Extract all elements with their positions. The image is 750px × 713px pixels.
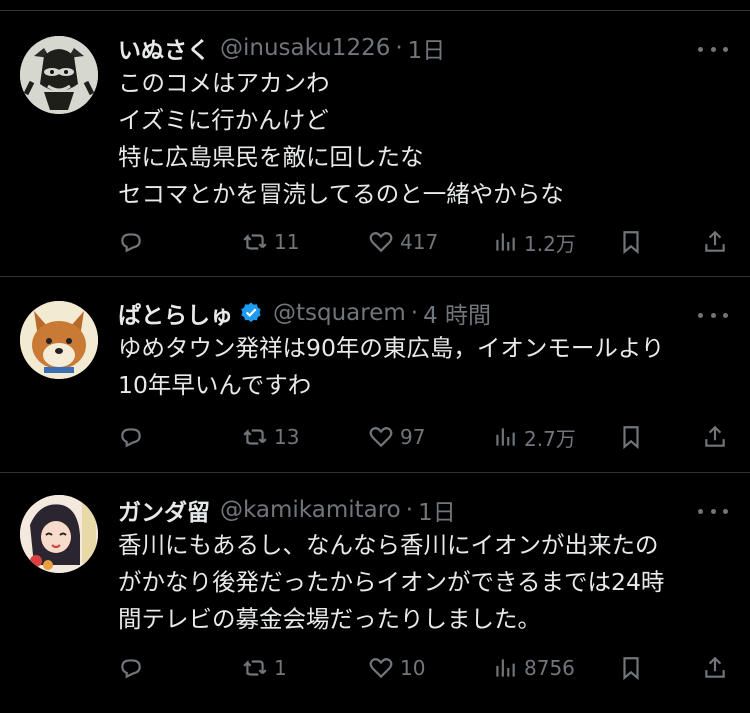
- view-count: 1.2万: [524, 231, 576, 256]
- heart-icon: [369, 658, 393, 679]
- like-count: 97: [400, 425, 426, 449]
- retweet-button[interactable]: 11: [242, 225, 299, 259]
- share-icon: [705, 425, 725, 447]
- reply-icon: [121, 428, 141, 448]
- heart-icon: [369, 427, 393, 448]
- reply-button[interactable]: [118, 225, 150, 259]
- action-bar: 13 97 2.7万: [118, 420, 730, 454]
- share-icon: [705, 230, 725, 252]
- views-button[interactable]: 1.2万: [492, 225, 576, 259]
- retweet-icon: [243, 428, 267, 445]
- share-button[interactable]: [702, 225, 728, 259]
- like-count: 10: [400, 656, 426, 680]
- verified-badge-icon: [241, 302, 261, 323]
- bar-chart-icon: [496, 233, 515, 251]
- view-count: 8756: [524, 656, 575, 680]
- share-button[interactable]: [702, 651, 728, 685]
- bar-chart-icon: [496, 428, 515, 446]
- retweet-icon: [243, 233, 267, 250]
- bookmark-button[interactable]: [618, 651, 644, 685]
- avatar-shiba-image: [20, 301, 98, 379]
- heart-icon: [369, 232, 393, 253]
- reply-icon: [121, 659, 141, 679]
- bookmark-icon: [623, 426, 639, 450]
- reply-button[interactable]: [118, 420, 150, 454]
- tweet-header: いぬさく @inusaku1226 · 1日: [118, 31, 445, 65]
- user-handle[interactable]: @tsquarem: [273, 300, 406, 326]
- like-button[interactable]: 10: [368, 651, 425, 685]
- more-icon[interactable]: [698, 39, 728, 59]
- more-icon[interactable]: [698, 305, 728, 325]
- tweet-2[interactable]: ぱとらしゅ @tsquarem · 4 時間 ゆめタウン発祥は90年の東広島，イ…: [0, 276, 750, 472]
- bookmark-icon: [623, 231, 639, 255]
- user-handle[interactable]: @kamikamitaro: [220, 497, 401, 523]
- like-button[interactable]: 417: [368, 225, 438, 259]
- tweet-header: ガンダ留 @kamikamitaro · 1日: [118, 493, 456, 527]
- share-icon: [705, 656, 725, 678]
- retweet-button[interactable]: 13: [242, 420, 299, 454]
- tweet-header: ぱとらしゅ @tsquarem · 4 時間: [118, 296, 491, 330]
- reply-button[interactable]: [118, 651, 150, 685]
- display-name[interactable]: ぱとらしゅ: [118, 296, 233, 330]
- like-button[interactable]: 97: [368, 420, 425, 454]
- bookmark-button[interactable]: [618, 225, 644, 259]
- avatar-anime-image: [20, 495, 98, 573]
- views-button[interactable]: 8756: [492, 651, 575, 685]
- display-name[interactable]: いぬさく: [118, 31, 210, 65]
- bookmark-icon: [623, 657, 639, 681]
- tweet-1[interactable]: いぬさく @inusaku1226 · 1日 このコメはアカンわ イズミに行かん…: [0, 10, 750, 275]
- timestamp[interactable]: 1日: [408, 31, 446, 65]
- like-count: 417: [400, 230, 439, 254]
- tweet-text: 香川にもあるし、なんなら香川にイオンが出来たの がかなり後発だったからイオンがで…: [118, 531, 665, 633]
- tweet-3[interactable]: ガンダ留 @kamikamitaro · 1日 香川にもあるし、なんなら香川にイ…: [0, 472, 750, 713]
- avatar[interactable]: [20, 36, 98, 114]
- separator-dot: ·: [410, 300, 419, 326]
- action-bar: 11 417 1.2万: [118, 225, 730, 259]
- display-name[interactable]: ガンダ留: [118, 493, 210, 527]
- separator-dot: ·: [395, 35, 403, 61]
- share-button[interactable]: [702, 420, 728, 454]
- action-bar: 1 10 8756: [118, 651, 730, 685]
- avatar[interactable]: [20, 301, 98, 379]
- retweet-icon: [243, 659, 267, 676]
- avatar[interactable]: [20, 495, 98, 573]
- retweet-count: 1: [274, 656, 287, 680]
- retweet-button[interactable]: 1: [242, 651, 287, 685]
- bar-chart-icon: [496, 659, 515, 677]
- user-handle[interactable]: @inusaku1226: [220, 35, 390, 61]
- timestamp[interactable]: 1日: [418, 493, 456, 527]
- retweet-count: 11: [274, 230, 300, 254]
- separator-dot: ·: [405, 497, 414, 523]
- views-button[interactable]: 2.7万: [492, 420, 576, 454]
- view-count: 2.7万: [524, 426, 576, 451]
- timestamp[interactable]: 4 時間: [423, 296, 491, 330]
- more-icon[interactable]: [698, 501, 728, 521]
- tweet-text: このコメはアカンわ イズミに行かんけど 特に広島県民を敵に回したな セコマとかを…: [118, 69, 564, 208]
- retweet-count: 13: [274, 425, 300, 449]
- tweet-text: ゆめタウン発祥は90年の東広島，イオンモールより 10年早いんですわ: [118, 334, 665, 399]
- avatar-dog-image: [20, 36, 98, 114]
- reply-icon: [121, 233, 141, 253]
- bookmark-button[interactable]: [618, 420, 644, 454]
